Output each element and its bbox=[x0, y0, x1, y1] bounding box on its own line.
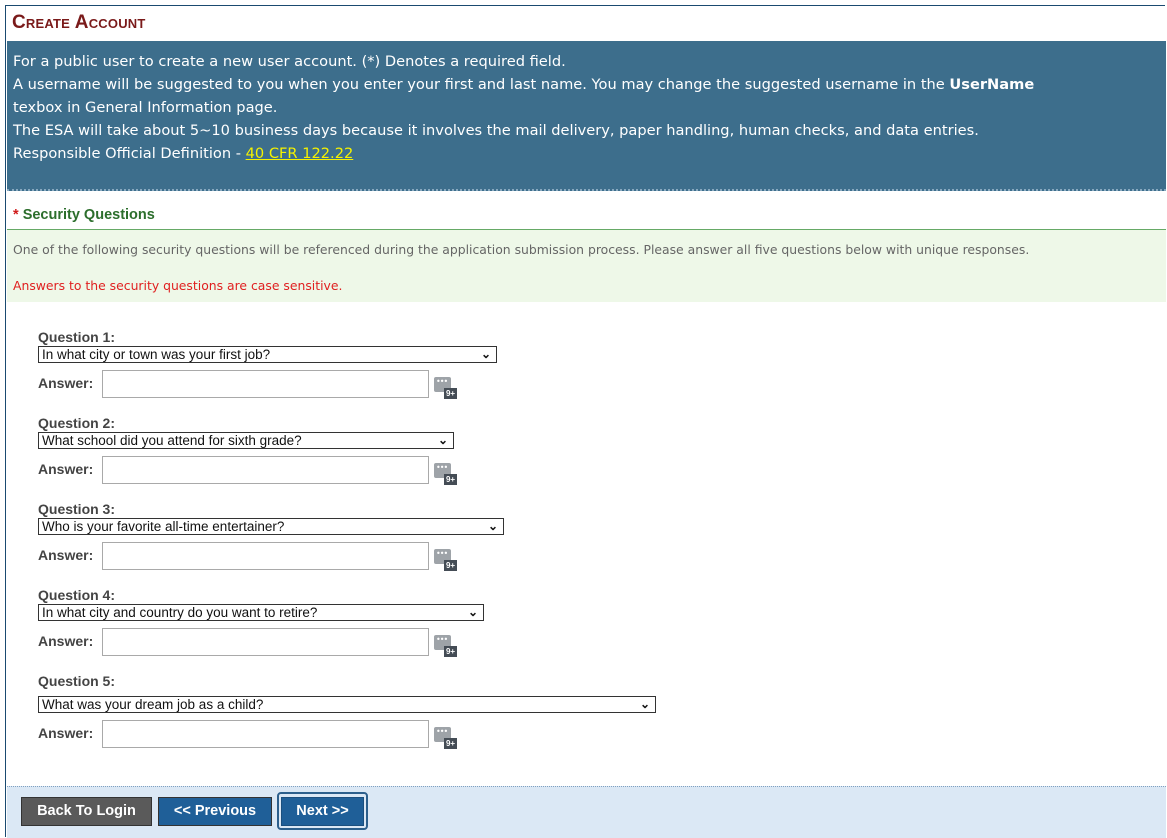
section-title: Security Questions bbox=[22, 207, 155, 223]
back-to-login-button[interactable]: Back To Login bbox=[21, 797, 152, 826]
info-line-5: Responsible Official Definition - 40 CFR… bbox=[13, 142, 1166, 165]
case-sensitive-warning: Answers to the security questions are ca… bbox=[13, 278, 343, 293]
question-3-selected: Who is your favorite all-time entertaine… bbox=[42, 519, 285, 534]
question-4-selected: In what city and country do you want to … bbox=[42, 605, 318, 620]
page-title: Create Account bbox=[12, 12, 146, 33]
question-3-select[interactable]: Who is your favorite all-time entertaine… bbox=[38, 518, 504, 535]
notice-text: One of the following security questions … bbox=[13, 242, 1030, 257]
answer-2-label: Answer: bbox=[38, 461, 94, 477]
chevron-down-icon: ⌄ bbox=[639, 697, 650, 711]
virtual-keyboard-icon[interactable]: 9+ bbox=[434, 727, 457, 749]
info-panel: For a public user to create a new user a… bbox=[7, 41, 1166, 191]
question-3-label: Question 3: bbox=[38, 501, 116, 517]
question-2-select[interactable]: What school did you attend for sixth gra… bbox=[38, 432, 454, 449]
answer-1-label: Answer: bbox=[38, 375, 94, 391]
answer-4-label: Answer: bbox=[38, 633, 94, 649]
question-5-select[interactable]: What was your dream job as a child? ⌄ bbox=[38, 696, 656, 713]
answer-2-input[interactable] bbox=[102, 456, 429, 484]
virtual-keyboard-icon[interactable]: 9+ bbox=[434, 463, 457, 485]
info-line-3: texbox in General Information page. bbox=[13, 99, 278, 116]
answer-3-label: Answer: bbox=[38, 547, 94, 563]
chevron-down-icon: ⌄ bbox=[467, 605, 478, 619]
answer-5-label: Answer: bbox=[38, 725, 94, 741]
info-line-2-text: A username will be suggested to you when… bbox=[13, 76, 950, 93]
info-username-bold: UserName bbox=[949, 76, 1035, 93]
question-2-label: Question 2: bbox=[38, 415, 116, 431]
question-2-selected: What school did you attend for sixth gra… bbox=[42, 433, 302, 448]
answer-1-input[interactable] bbox=[102, 370, 429, 398]
question-1-label: Question 1: bbox=[38, 329, 116, 345]
answer-5-input[interactable] bbox=[102, 720, 429, 748]
notice-panel: One of the following security questions … bbox=[7, 230, 1166, 302]
required-mark: * bbox=[13, 207, 19, 223]
question-4-label: Question 4: bbox=[38, 587, 116, 603]
section-header: * Security Questions bbox=[7, 200, 1166, 230]
question-4-select[interactable]: In what city and country do you want to … bbox=[38, 604, 484, 621]
info-line-4: The ESA will take about 5~10 business da… bbox=[13, 122, 979, 139]
next-button[interactable]: Next >> bbox=[281, 797, 364, 826]
question-1-selected: In what city or town was your first job? bbox=[42, 347, 271, 362]
info-line-2: A username will be suggested to you when… bbox=[13, 73, 1166, 96]
answer-3-input[interactable] bbox=[102, 542, 429, 570]
chevron-down-icon: ⌄ bbox=[487, 519, 498, 533]
question-5-label: Question 5: bbox=[38, 673, 116, 689]
question-1-select[interactable]: In what city or town was your first job?… bbox=[38, 346, 497, 363]
chevron-down-icon: ⌄ bbox=[437, 433, 448, 447]
virtual-keyboard-icon[interactable]: 9+ bbox=[434, 377, 457, 399]
virtual-keyboard-icon[interactable]: 9+ bbox=[434, 635, 457, 657]
info-line-1: For a public user to create a new user a… bbox=[13, 53, 566, 70]
question-5-selected: What was your dream job as a child? bbox=[42, 697, 264, 712]
cfr-link[interactable]: 40 CFR 122.22 bbox=[246, 145, 354, 162]
previous-button[interactable]: << Previous bbox=[158, 797, 272, 826]
chevron-down-icon: ⌄ bbox=[480, 347, 491, 361]
answer-4-input[interactable] bbox=[102, 628, 429, 656]
info-line-5-text: Responsible Official Definition - bbox=[13, 145, 246, 162]
virtual-keyboard-icon[interactable]: 9+ bbox=[434, 549, 457, 571]
